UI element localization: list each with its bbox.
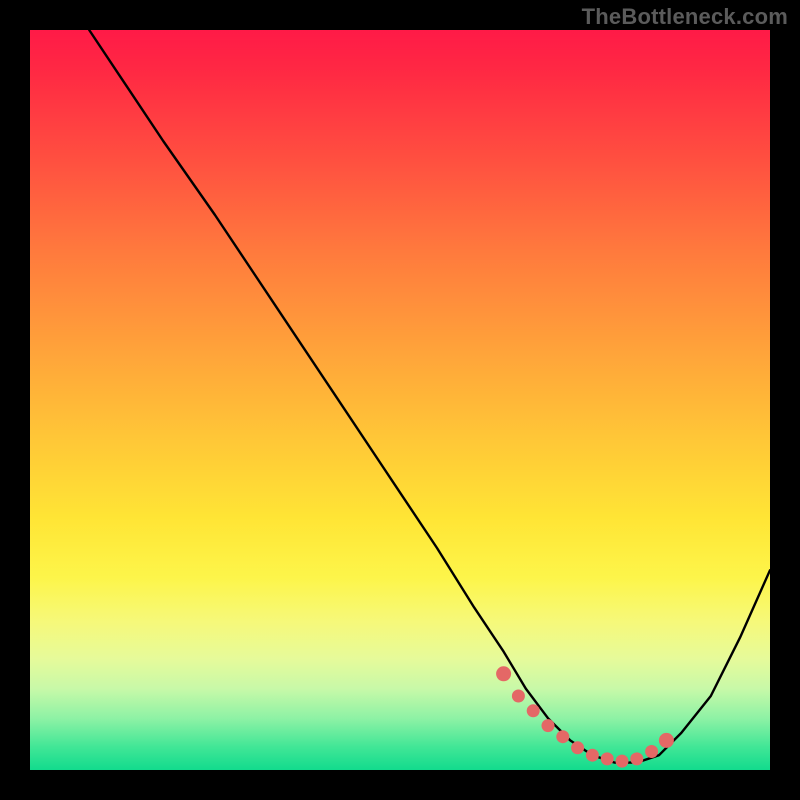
optimal-marker bbox=[601, 752, 614, 765]
optimal-marker bbox=[616, 755, 629, 768]
chart-container: TheBottleneck.com bbox=[0, 0, 800, 800]
watermark-text: TheBottleneck.com bbox=[582, 4, 788, 30]
optimal-marker bbox=[586, 749, 599, 762]
optimal-marker bbox=[496, 666, 511, 681]
bottleneck-curve bbox=[89, 30, 770, 763]
optimal-marker bbox=[659, 733, 674, 748]
optimal-marker bbox=[527, 704, 540, 717]
chart-svg-overlay bbox=[30, 30, 770, 770]
optimal-marker bbox=[645, 745, 658, 758]
optimal-marker bbox=[571, 741, 584, 754]
optimal-marker bbox=[630, 752, 643, 765]
optimal-marker bbox=[556, 730, 569, 743]
optimal-marker bbox=[512, 690, 525, 703]
optimal-marker bbox=[542, 719, 555, 732]
